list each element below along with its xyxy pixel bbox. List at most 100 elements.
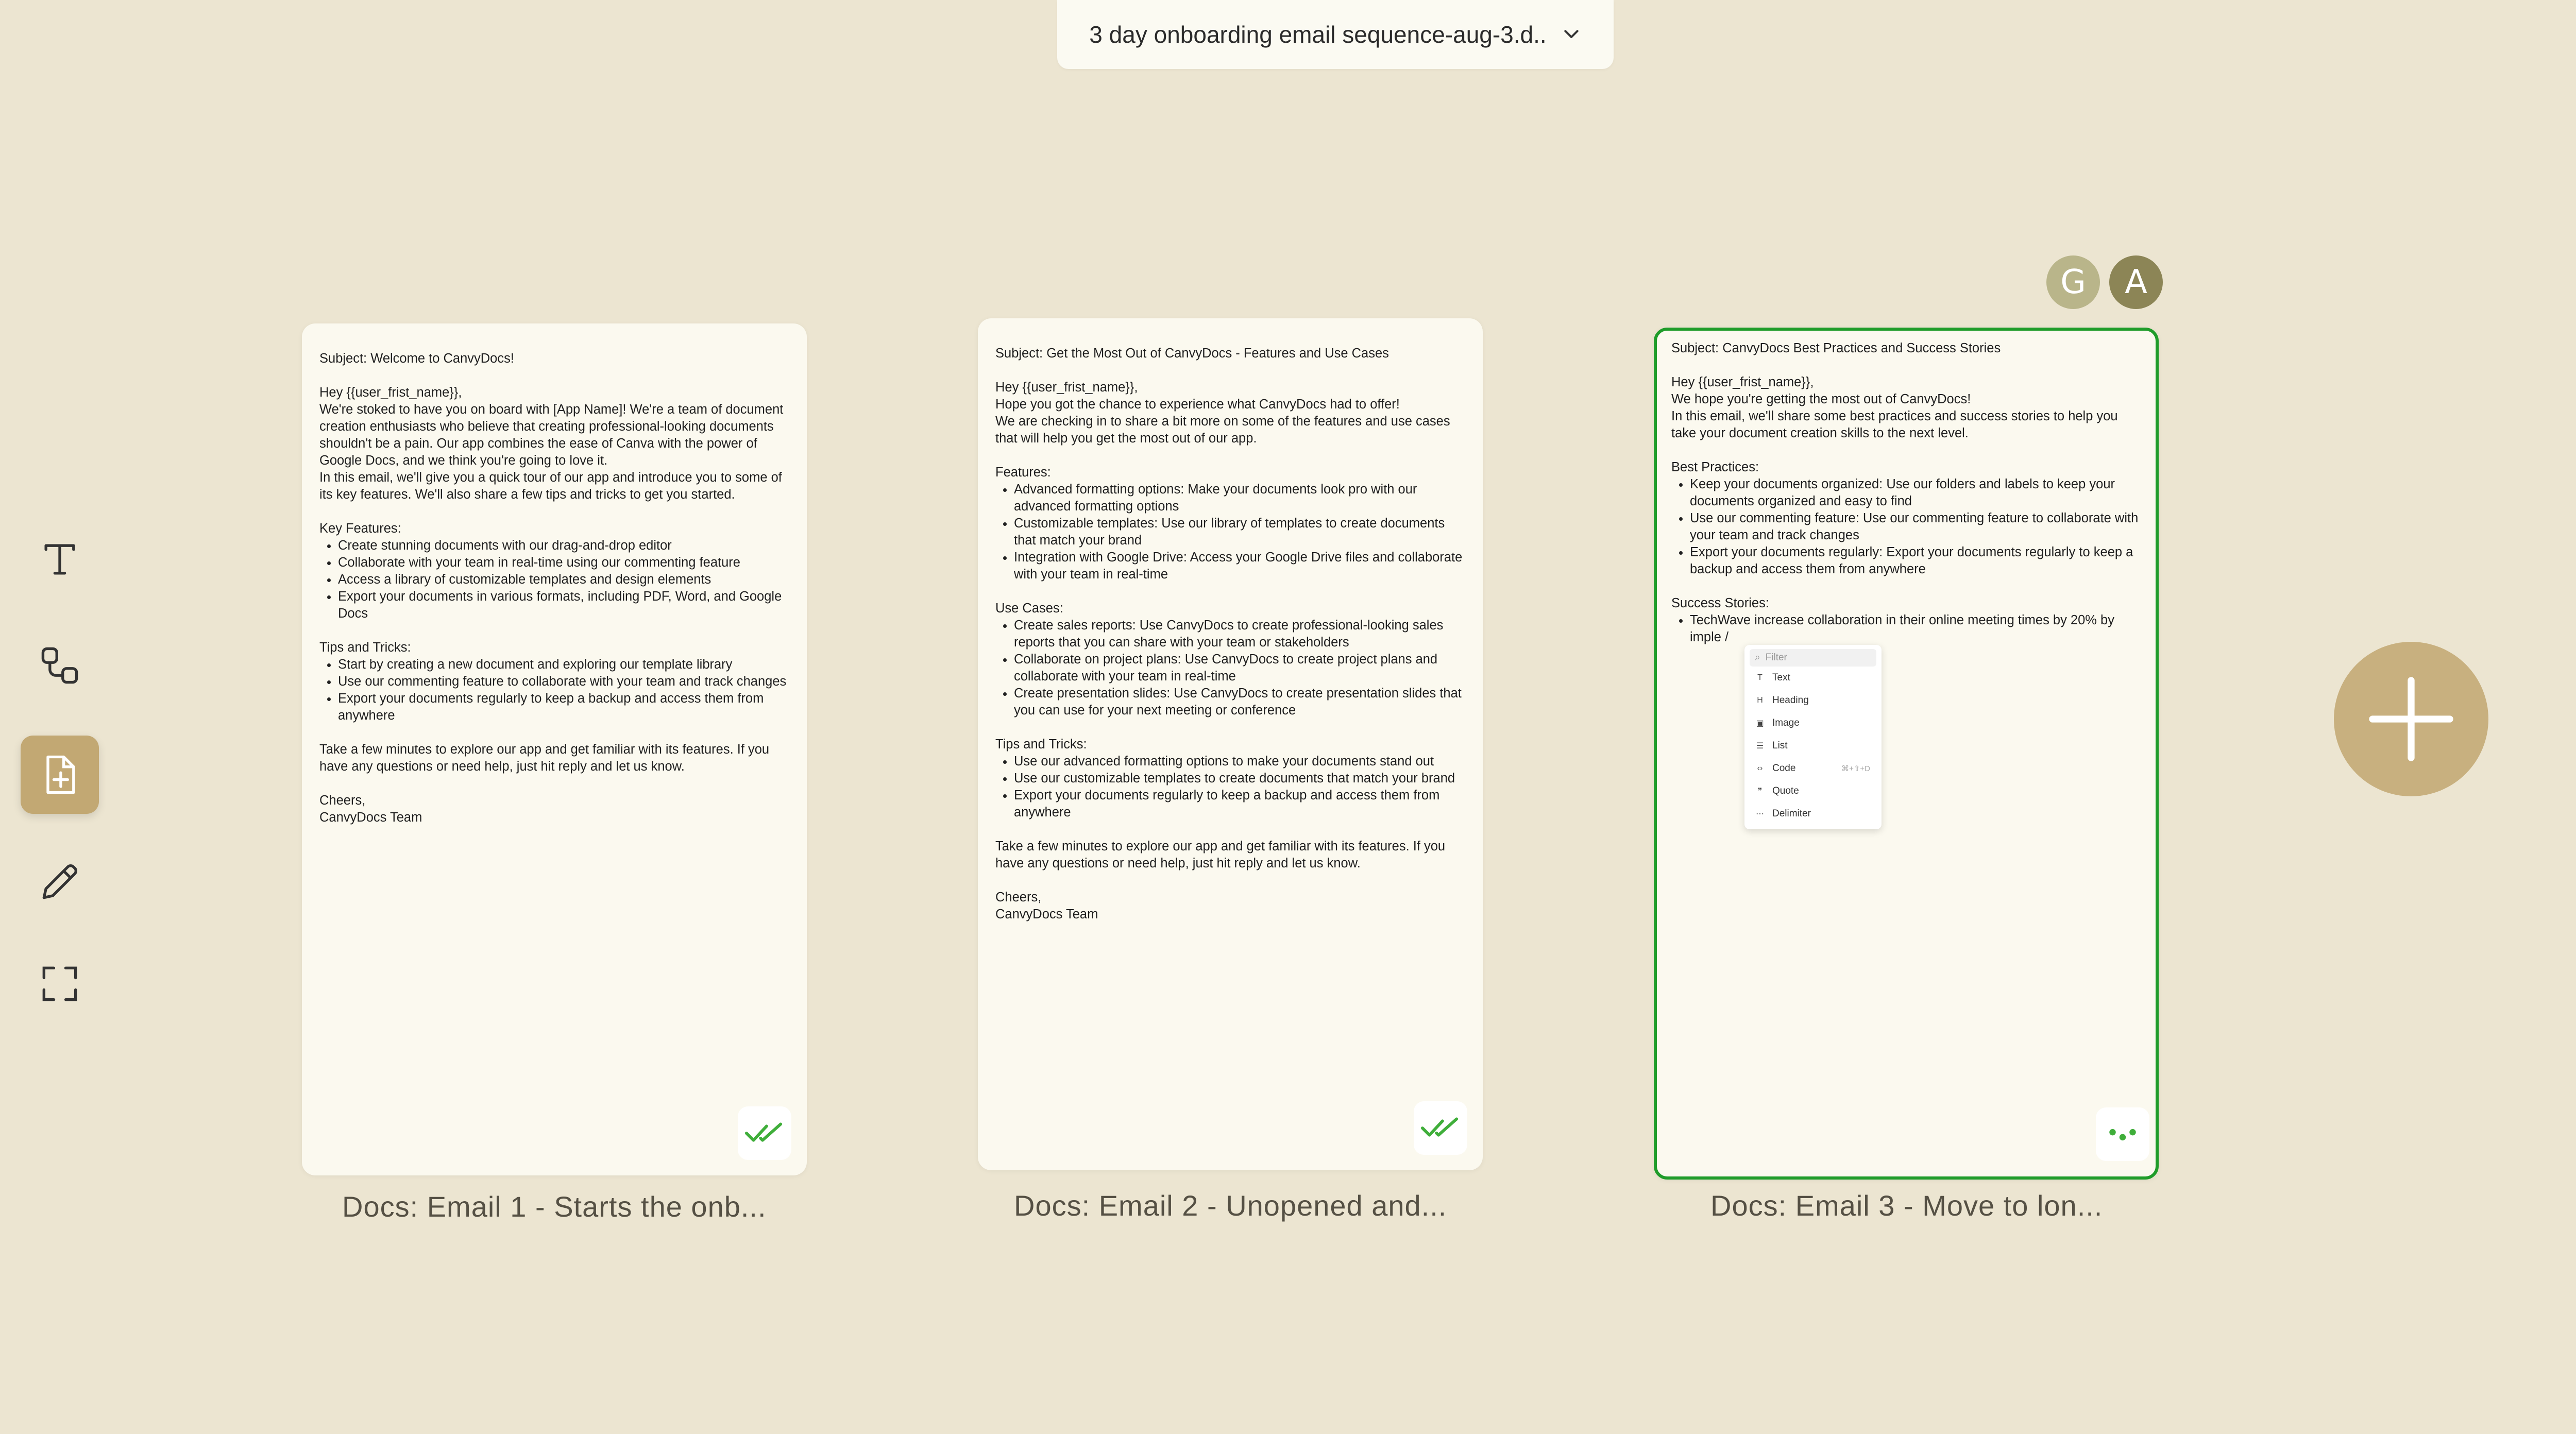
bullet-list: Create sales reports: Use CanvyDocs to c… [995, 617, 1465, 719]
text-icon [44, 544, 75, 575]
connector-tool-button[interactable] [21, 626, 99, 705]
email-greeting: Hey {{user_frist_name}}, [1671, 375, 1814, 389]
slash-item-label: Image [1772, 718, 1800, 728]
slash-filter-input[interactable]: ⌕ Filter [1750, 649, 1876, 667]
list-item: Access a library of customizable templat… [338, 571, 789, 588]
bullet-list: Keep your documents organized: Use our f… [1671, 476, 2141, 578]
chevron-down-icon [1564, 30, 1579, 38]
email-signoff: Cheers, [319, 793, 366, 808]
image-icon: ▣ [1756, 719, 1764, 728]
list-item: Export your documents regularly to keep … [338, 690, 789, 724]
email-subject: Subject: CanvyDocs Best Practices and Su… [1671, 341, 2001, 355]
email-greeting: Hey {{user_frist_name}}, [995, 380, 1138, 395]
list-item: Use our customizable templates to create… [1014, 770, 1465, 787]
section-heading: Success Stories: [1671, 596, 1769, 610]
slash-item-label: Text [1772, 672, 1790, 683]
email-paragraph: We are checking in to share a bit more o… [995, 414, 1450, 446]
email-paragraph: Take a few minutes to explore our app an… [319, 742, 770, 774]
pencil-icon [42, 864, 78, 899]
section-heading: Use Cases: [995, 601, 1063, 616]
list-item: Create stunning documents with our drag-… [338, 537, 789, 554]
double-check-icon [1420, 1117, 1459, 1137]
search-icon: ⌕ [1755, 652, 1760, 663]
email-paragraph: Take a few minutes to explore our app an… [995, 839, 1446, 870]
slash-command-menu: ⌕ Filter T Text H Heading ▣ Image ☰ List ‹› C… [1744, 645, 1882, 829]
card-caption[interactable]: Docs: Email 1 - Starts the onb... [342, 1190, 767, 1223]
filter-placeholder: Filter [1765, 652, 1787, 663]
plus-icon [2369, 677, 2453, 761]
email-doc-card-2[interactable]: Subject: Get the Most Out of CanvyDocs -… [978, 318, 1483, 1170]
email-paragraph: We hope you're getting the most out of C… [1671, 392, 1971, 406]
list-item: Export your documents regularly: Export … [1690, 544, 2141, 578]
list-item: Use our commenting feature: Use our comm… [1690, 510, 2141, 544]
text-icon: T [1757, 673, 1762, 682]
connector-icon [41, 647, 78, 684]
slash-item-label: List [1772, 740, 1788, 751]
slash-item-label: Delimiter [1772, 808, 1811, 819]
slash-item-text[interactable]: T Text [1750, 667, 1876, 689]
section-heading: Features: [995, 465, 1051, 480]
add-card-button[interactable] [2334, 642, 2488, 796]
slash-item-label: Heading [1772, 695, 1809, 706]
list-item: Use our commenting feature to collaborat… [338, 673, 789, 690]
bullet-list: Use our advanced formatting options to m… [995, 753, 1465, 821]
document-title-dropdown[interactable]: 3 day onboarding email sequence-aug-3.d.… [1057, 0, 1614, 69]
bullet-list: Create stunning documents with our drag-… [319, 537, 789, 622]
card-caption[interactable]: Docs: Email 3 - Move to lon... [1710, 1189, 2103, 1222]
list-item: Integration with Google Drive: Access yo… [1014, 549, 1465, 583]
slash-item-code[interactable]: ‹› Code ⌘+⇧+D [1750, 757, 1876, 780]
list-item: Create sales reports: Use CanvyDocs to c… [1014, 617, 1465, 651]
slash-item-quote[interactable]: ❞ Quote [1750, 780, 1876, 803]
status-done-badge [738, 1106, 791, 1160]
bullet-list: Advanced formatting options: Make your d… [995, 481, 1465, 583]
status-done-badge [1414, 1101, 1467, 1155]
avatar[interactable]: G [2046, 255, 2100, 309]
section-heading: Tips and Tricks: [995, 737, 1087, 752]
list-item[interactable]: TechWave increase collaboration in their… [1690, 612, 2141, 646]
document-title: 3 day onboarding email sequence-aug-3.d.… [1089, 21, 1547, 48]
list-item: Customizable templates: Use our library … [1014, 515, 1465, 549]
email-subject: Subject: Get the Most Out of CanvyDocs -… [995, 346, 1389, 361]
loading-dots-icon [2109, 1129, 2136, 1141]
email-signature: CanvyDocs Team [995, 907, 1098, 921]
list-item: Keep your documents organized: Use our f… [1690, 476, 2141, 510]
delimiter-icon: ⋯ [1756, 810, 1764, 818]
list-item: Create presentation slides: Use CanvyDoc… [1014, 685, 1465, 719]
add-document-icon [46, 755, 75, 794]
bullet-list: Start by creating a new document and exp… [319, 656, 789, 724]
status-in-progress-badge [2096, 1107, 2149, 1161]
email-paragraph: Hope you got the chance to experience wh… [995, 397, 1400, 412]
email-greeting: Hey {{user_frist_name}}, [319, 385, 462, 400]
section-heading: Tips and Tricks: [319, 640, 411, 655]
list-item: Collaborate with your team in real-time … [338, 554, 789, 571]
email-doc-card-3[interactable]: Subject: CanvyDocs Best Practices and Su… [1654, 328, 2159, 1180]
slash-item-list[interactable]: ☰ List [1750, 735, 1876, 757]
heading-icon: H [1757, 696, 1763, 705]
slash-item-heading[interactable]: H Heading [1750, 689, 1876, 712]
pen-tool-button[interactable] [21, 843, 99, 921]
text-tool-button[interactable] [21, 520, 99, 599]
quote-icon: ❞ [1757, 787, 1762, 796]
list-item: Export your documents regularly to keep … [1014, 787, 1465, 821]
section-heading: Key Features: [319, 521, 401, 536]
email-paragraph: In this email, we'll give you a quick to… [319, 470, 782, 502]
slash-item-image[interactable]: ▣ Image [1750, 712, 1876, 735]
email-signoff: Cheers, [995, 890, 1042, 904]
frame-tool-button[interactable] [21, 945, 99, 1023]
avatar[interactable]: A [2109, 255, 2163, 309]
email-subject: Subject: Welcome to CanvyDocs! [319, 351, 514, 366]
section-heading: Best Practices: [1671, 460, 1759, 474]
list-item: Advanced formatting options: Make your d… [1014, 481, 1465, 515]
email-signature: CanvyDocs Team [319, 810, 422, 825]
email-paragraph: We're stoked to have you on board with [… [319, 402, 784, 468]
slash-item-label: Code [1772, 763, 1796, 774]
frame-icon [42, 966, 77, 1001]
card-caption[interactable]: Docs: Email 2 - Unopened and... [1014, 1189, 1447, 1222]
list-item: Collaborate on project plans: Use CanvyD… [1014, 651, 1465, 685]
list-item: Start by creating a new document and exp… [338, 656, 789, 673]
list-item: Export your documents in various formats… [338, 588, 789, 622]
slash-item-delimiter[interactable]: ⋯ Delimiter [1750, 803, 1876, 825]
bullet-list: TechWave increase collaboration in their… [1671, 612, 2141, 646]
email-doc-card-1[interactable]: Subject: Welcome to CanvyDocs! Hey {{use… [302, 323, 807, 1175]
add-document-tool-button[interactable] [21, 736, 99, 814]
